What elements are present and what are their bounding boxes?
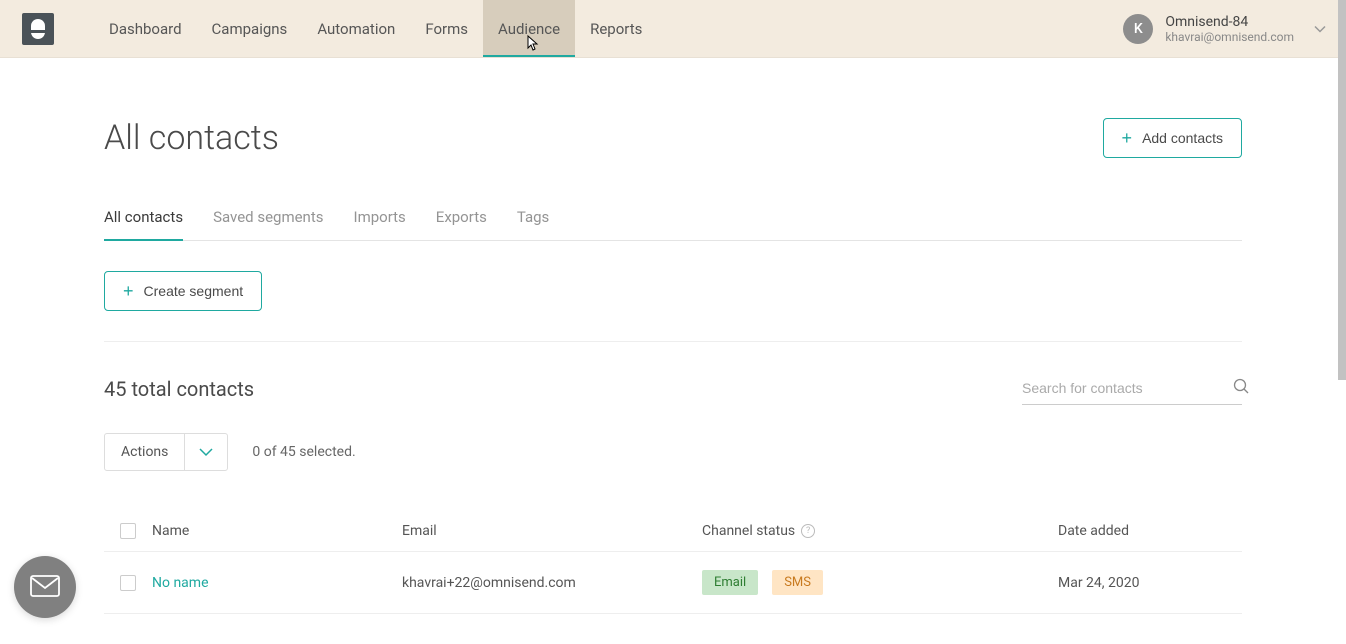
tab-tags[interactable]: Tags xyxy=(517,208,549,240)
brand-logo[interactable] xyxy=(22,13,54,45)
actions-row: Actions 0 of 45 selected. xyxy=(104,433,1242,471)
page-title: All contacts xyxy=(104,118,279,158)
nav-label: Dashboard xyxy=(109,20,182,38)
contact-name-link[interactable]: No name xyxy=(152,575,209,591)
header-email: Email xyxy=(402,523,702,539)
button-label: Create segment xyxy=(144,283,244,299)
chat-widget-button[interactable] xyxy=(14,556,76,618)
table-row: No name khavrai+22@omnisend.com Email SM… xyxy=(104,552,1242,614)
chevron-down-icon xyxy=(1314,22,1326,36)
contact-date: Mar 24, 2020 xyxy=(1058,575,1242,591)
nav-label: Automation xyxy=(317,20,395,38)
user-email: khavrai@omnisend.com xyxy=(1165,30,1294,44)
search-wrap xyxy=(1022,372,1242,405)
tab-label: Exports xyxy=(436,208,487,226)
main-nav: Dashboard Campaigns Automation Forms Aud… xyxy=(94,0,1123,57)
user-name: Omnisend-84 xyxy=(1165,14,1294,30)
user-info: Omnisend-84 khavrai@omnisend.com xyxy=(1165,14,1294,44)
tab-label: Imports xyxy=(353,208,405,226)
total-contacts-text: 45 total contacts xyxy=(104,377,254,401)
create-segment-row: + Create segment xyxy=(104,271,1242,342)
plus-icon: + xyxy=(1122,129,1133,147)
email-badge: Email xyxy=(702,570,758,595)
nav-automation[interactable]: Automation xyxy=(302,0,410,57)
main-content: All contacts + Add contacts All contacts… xyxy=(0,58,1346,644)
nav-campaigns[interactable]: Campaigns xyxy=(197,0,303,57)
tab-imports[interactable]: Imports xyxy=(353,208,405,240)
mail-icon xyxy=(30,575,60,599)
create-segment-button[interactable]: + Create segment xyxy=(104,271,262,311)
header-channel-label: Channel status xyxy=(702,523,795,539)
search-icon[interactable] xyxy=(1233,378,1249,398)
tab-all-contacts[interactable]: All contacts xyxy=(104,208,183,240)
row-checkbox[interactable] xyxy=(120,575,136,591)
add-contacts-button[interactable]: + Add contacts xyxy=(1103,118,1242,158)
tab-label: Saved segments xyxy=(213,208,323,226)
search-input[interactable] xyxy=(1022,380,1203,396)
sms-badge: SMS xyxy=(772,570,823,595)
sub-tabs: All contacts Saved segments Imports Expo… xyxy=(104,208,1242,241)
actions-dropdown[interactable]: Actions xyxy=(104,433,228,471)
top-navigation-bar: Dashboard Campaigns Automation Forms Aud… xyxy=(0,0,1346,58)
nav-reports[interactable]: Reports xyxy=(575,0,657,57)
nav-label: Forms xyxy=(425,20,468,38)
header-date: Date added xyxy=(1058,523,1242,539)
contact-email: khavrai+22@omnisend.com xyxy=(402,575,702,591)
nav-audience[interactable]: Audience xyxy=(483,0,575,57)
help-icon[interactable]: ? xyxy=(801,524,815,538)
nav-forms[interactable]: Forms xyxy=(410,0,483,57)
header-channel: Channel status ? xyxy=(702,523,1058,539)
plus-icon: + xyxy=(123,282,134,300)
selected-count-text: 0 of 45 selected. xyxy=(252,444,355,460)
nav-label: Reports xyxy=(590,20,642,38)
nav-dashboard[interactable]: Dashboard xyxy=(94,0,197,57)
select-all-checkbox[interactable] xyxy=(120,523,136,539)
tab-saved-segments[interactable]: Saved segments xyxy=(213,208,323,240)
nav-label: Audience xyxy=(498,20,560,38)
tab-exports[interactable]: Exports xyxy=(436,208,487,240)
chevron-down-icon xyxy=(184,434,227,470)
table-header: Name Email Channel status ? Date added xyxy=(104,511,1242,552)
contact-channels: Email SMS xyxy=(702,570,1058,595)
avatar: K xyxy=(1123,14,1153,44)
stats-row: 45 total contacts xyxy=(104,372,1242,405)
page-header: All contacts + Add contacts xyxy=(104,118,1242,158)
actions-label: Actions xyxy=(105,434,184,470)
vertical-scrollbar[interactable] xyxy=(1338,0,1346,380)
nav-label: Campaigns xyxy=(212,20,288,38)
tab-label: All contacts xyxy=(104,208,183,226)
user-menu[interactable]: K Omnisend-84 khavrai@omnisend.com xyxy=(1123,14,1326,44)
button-label: Add contacts xyxy=(1142,130,1223,146)
header-name: Name xyxy=(152,523,402,539)
tab-label: Tags xyxy=(517,208,549,226)
